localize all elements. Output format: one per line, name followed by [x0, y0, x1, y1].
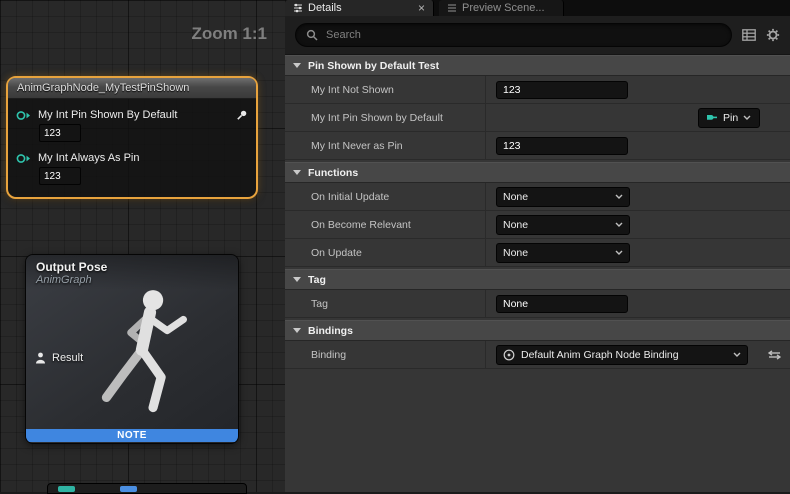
- tab-details-label: Details: [308, 2, 413, 14]
- pose-pin-icon: [35, 352, 46, 364]
- chevron-down-icon: [733, 352, 741, 357]
- my-int-never-as-pin-input[interactable]: [496, 137, 628, 155]
- property-row-on-initial-update: On Initial Update None: [285, 183, 790, 211]
- search-box[interactable]: [295, 23, 732, 47]
- pin-icon: [706, 113, 718, 122]
- details-toolbar: [285, 16, 790, 55]
- clipped-node-teal-pin: [58, 486, 75, 492]
- settings-gear-icon[interactable]: [766, 28, 780, 42]
- mannequin-preview-image: [84, 285, 216, 437]
- node-pin-value-input[interactable]: [39, 124, 81, 142]
- details-tab-icon: [293, 3, 303, 13]
- close-icon[interactable]: ×: [418, 3, 425, 13]
- int-pin-icon[interactable]: [16, 110, 31, 121]
- preview-scene-tab-icon: [447, 3, 457, 13]
- chevron-down-icon: [293, 63, 301, 68]
- view-options-icon[interactable]: [742, 29, 756, 41]
- chevron-down-icon: [615, 194, 623, 199]
- clipped-node[interactable]: [47, 483, 247, 494]
- anim-graph-canvas[interactable]: Zoom 1:1 AnimGraphNode_MyTestPinShown My…: [0, 0, 286, 492]
- panel-tab-bar: Details × Preview Scene...: [285, 0, 790, 16]
- node-pin-row: My Int Always As Pin: [16, 152, 248, 164]
- chevron-down-icon: [293, 328, 301, 333]
- property-row-on-become-relevant: On Become Relevant None: [285, 211, 790, 239]
- zoom-level-label: Zoom 1:1: [191, 24, 267, 44]
- tab-preview-scene[interactable]: Preview Scene...: [439, 0, 564, 16]
- binding-dropdown[interactable]: Default Anim Graph Node Binding: [496, 345, 748, 365]
- clipped-node-blue-pin: [120, 486, 137, 492]
- property-row-tag: Tag: [285, 290, 790, 318]
- property-row-my-int-pin-shown: My Int Pin Shown by Default Pin: [285, 104, 790, 132]
- node-title-bar[interactable]: AnimGraphNode_MyTestPinShown: [8, 78, 256, 99]
- result-pin-label: Result: [52, 352, 83, 364]
- hide-pin-icon[interactable]: [236, 109, 248, 121]
- node-pin-label: My Int Always As Pin: [38, 152, 139, 164]
- property-row-binding: Binding Default Anim Graph Node Binding: [285, 341, 790, 369]
- bind-arrows-icon[interactable]: [768, 350, 781, 360]
- node-pin-row: My Int Pin Shown By Default: [16, 109, 248, 121]
- details-panel: Details × Preview Scene...: [285, 0, 790, 492]
- section-header-bindings[interactable]: Bindings: [285, 320, 790, 341]
- int-pin-icon[interactable]: [16, 153, 31, 164]
- node-pin-value-input[interactable]: [39, 167, 81, 185]
- chevron-down-icon: [293, 170, 301, 175]
- on-become-relevant-dropdown[interactable]: None: [496, 215, 630, 235]
- tab-details[interactable]: Details ×: [285, 0, 434, 16]
- on-update-dropdown[interactable]: None: [496, 243, 630, 263]
- details-property-list: Pin Shown by Default Test My Int Not Sho…: [285, 55, 790, 492]
- section-header-functions[interactable]: Functions: [285, 162, 790, 183]
- output-node-title: Output Pose: [36, 260, 228, 274]
- property-row-on-update: On Update None: [285, 239, 790, 267]
- output-pose-node[interactable]: Output Pose AnimGraph Result NOTE: [25, 254, 239, 444]
- on-initial-update-dropdown[interactable]: None: [496, 187, 630, 207]
- pin-visibility-dropdown[interactable]: Pin: [698, 108, 760, 128]
- note-label: NOTE: [117, 430, 147, 441]
- property-row-my-int-never-as-pin: My Int Never as Pin: [285, 132, 790, 160]
- section-header-tag[interactable]: Tag: [285, 269, 790, 290]
- result-pose-pin[interactable]: Result: [35, 352, 83, 364]
- node-note-bar: NOTE: [26, 429, 238, 442]
- chevron-down-icon: [293, 277, 301, 282]
- search-icon: [306, 29, 318, 41]
- my-int-not-shown-input[interactable]: [496, 81, 628, 99]
- anim-graph-test-node[interactable]: AnimGraphNode_MyTestPinShown My Int Pin …: [6, 76, 258, 199]
- search-input[interactable]: [324, 28, 721, 42]
- node-pin-label: My Int Pin Shown By Default: [38, 109, 177, 121]
- tag-input[interactable]: [496, 295, 628, 313]
- chevron-down-icon: [615, 222, 623, 227]
- binding-class-icon: [503, 349, 515, 361]
- property-row-my-int-not-shown: My Int Not Shown: [285, 76, 790, 104]
- chevron-down-icon: [743, 115, 751, 120]
- section-header-pin-shown[interactable]: Pin Shown by Default Test: [285, 55, 790, 76]
- chevron-down-icon: [615, 250, 623, 255]
- tab-preview-scene-label: Preview Scene...: [462, 2, 555, 14]
